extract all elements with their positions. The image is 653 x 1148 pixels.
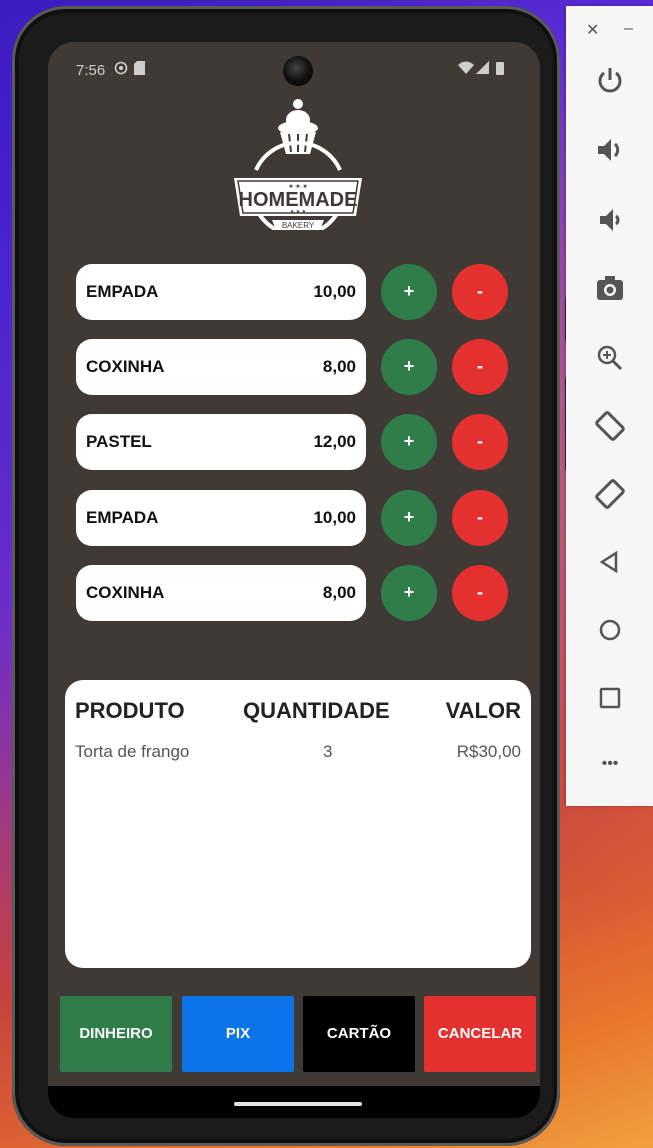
row-value: R$30,00 <box>456 742 521 761</box>
overview-icon[interactable] <box>594 682 626 714</box>
volume-up-icon[interactable] <box>594 134 626 166</box>
home-icon[interactable] <box>594 614 626 646</box>
product-price: 12,00 <box>313 432 356 451</box>
power-icon[interactable] <box>594 64 626 96</box>
product-row: PASTEL 12,00 + - <box>76 414 516 472</box>
product-row: COXINHA 8,00 + - <box>76 339 516 397</box>
close-icon[interactable]: ✕ <box>586 20 599 40</box>
row-quantity: 3 <box>323 742 333 761</box>
header-product: PRODUTO <box>75 698 185 723</box>
back-icon[interactable] <box>594 546 626 578</box>
minimize-icon[interactable]: – <box>624 20 633 38</box>
svg-text:★ ★ ★: ★ ★ ★ <box>290 209 307 215</box>
product-card: PASTEL 12,00 <box>76 414 366 470</box>
rotate-left-icon[interactable] <box>594 410 626 442</box>
add-button[interactable]: + <box>381 490 437 546</box>
header-quantity: QUANTIDADE <box>243 698 390 723</box>
product-name: EMPADA <box>86 508 159 527</box>
status-bar: 7:56 <box>48 42 540 98</box>
emulator-toolbar: ✕ – ••• <box>566 6 653 806</box>
phone-frame: 7:56 ★ ★ ★ HOMEMADE ★ ★ ★ BAKERY EMPADA … <box>12 6 571 1146</box>
brand-sub: BAKERY <box>282 221 315 230</box>
remove-button[interactable]: - <box>452 414 508 470</box>
volume-down-icon[interactable] <box>594 204 626 236</box>
rotate-right-icon[interactable] <box>594 478 626 510</box>
pix-button[interactable]: PIX <box>182 996 294 1072</box>
add-button[interactable]: + <box>381 414 437 470</box>
row-product: Torta de frango <box>75 742 190 761</box>
product-card: EMPADA 10,00 <box>76 490 366 546</box>
header-value: VALOR <box>445 698 521 723</box>
order-summary: PRODUTO QUANTIDADE VALOR Torta de frango… <box>65 680 531 968</box>
front-camera <box>283 56 313 86</box>
navigation-bar <box>48 1086 540 1118</box>
cancel-button[interactable]: CANCELAR <box>424 996 536 1072</box>
settings-status-icon <box>114 61 128 78</box>
camera-icon[interactable] <box>594 272 626 304</box>
add-button[interactable]: + <box>381 339 437 395</box>
product-price: 8,00 <box>322 583 356 602</box>
add-button[interactable]: + <box>381 565 437 621</box>
status-time: 7:56 <box>76 62 106 79</box>
product-price: 10,00 <box>313 508 356 527</box>
more-icon[interactable]: ••• <box>594 754 626 786</box>
app-screen: 7:56 ★ ★ ★ HOMEMADE ★ ★ ★ BAKERY EMPADA … <box>48 42 540 1118</box>
brand-name: HOMEMADE <box>239 189 358 211</box>
remove-button[interactable]: - <box>452 339 508 395</box>
card-button[interactable]: CARTÃO <box>303 996 415 1072</box>
product-name: EMPADA <box>86 282 159 301</box>
product-row: EMPADA 10,00 + - <box>76 264 516 322</box>
bakery-logo: ★ ★ ★ HOMEMADE ★ ★ ★ BAKERY <box>226 92 370 238</box>
product-name: COXINHA <box>86 583 165 602</box>
sim-status-icon <box>134 61 145 78</box>
add-button[interactable]: + <box>381 264 437 320</box>
signal-icon <box>476 61 489 77</box>
product-card: COXINHA 8,00 <box>76 339 366 395</box>
zoom-icon[interactable] <box>594 342 626 374</box>
product-card: COXINHA 8,00 <box>76 565 366 621</box>
product-row: EMPADA 10,00 + - <box>76 490 516 548</box>
remove-button[interactable]: - <box>452 490 508 546</box>
home-gesture-pill[interactable] <box>234 1102 362 1106</box>
product-price: 10,00 <box>313 282 356 301</box>
cash-button[interactable]: DINHEIRO <box>60 996 172 1072</box>
product-name: PASTEL <box>86 432 152 451</box>
product-card: EMPADA 10,00 <box>76 264 366 320</box>
remove-button[interactable]: - <box>452 264 508 320</box>
product-row: COXINHA 8,00 + - <box>76 565 516 623</box>
product-price: 8,00 <box>322 357 356 376</box>
wifi-icon <box>458 61 474 77</box>
remove-button[interactable]: - <box>452 565 508 621</box>
product-name: COXINHA <box>86 357 165 376</box>
battery-icon <box>496 61 504 78</box>
